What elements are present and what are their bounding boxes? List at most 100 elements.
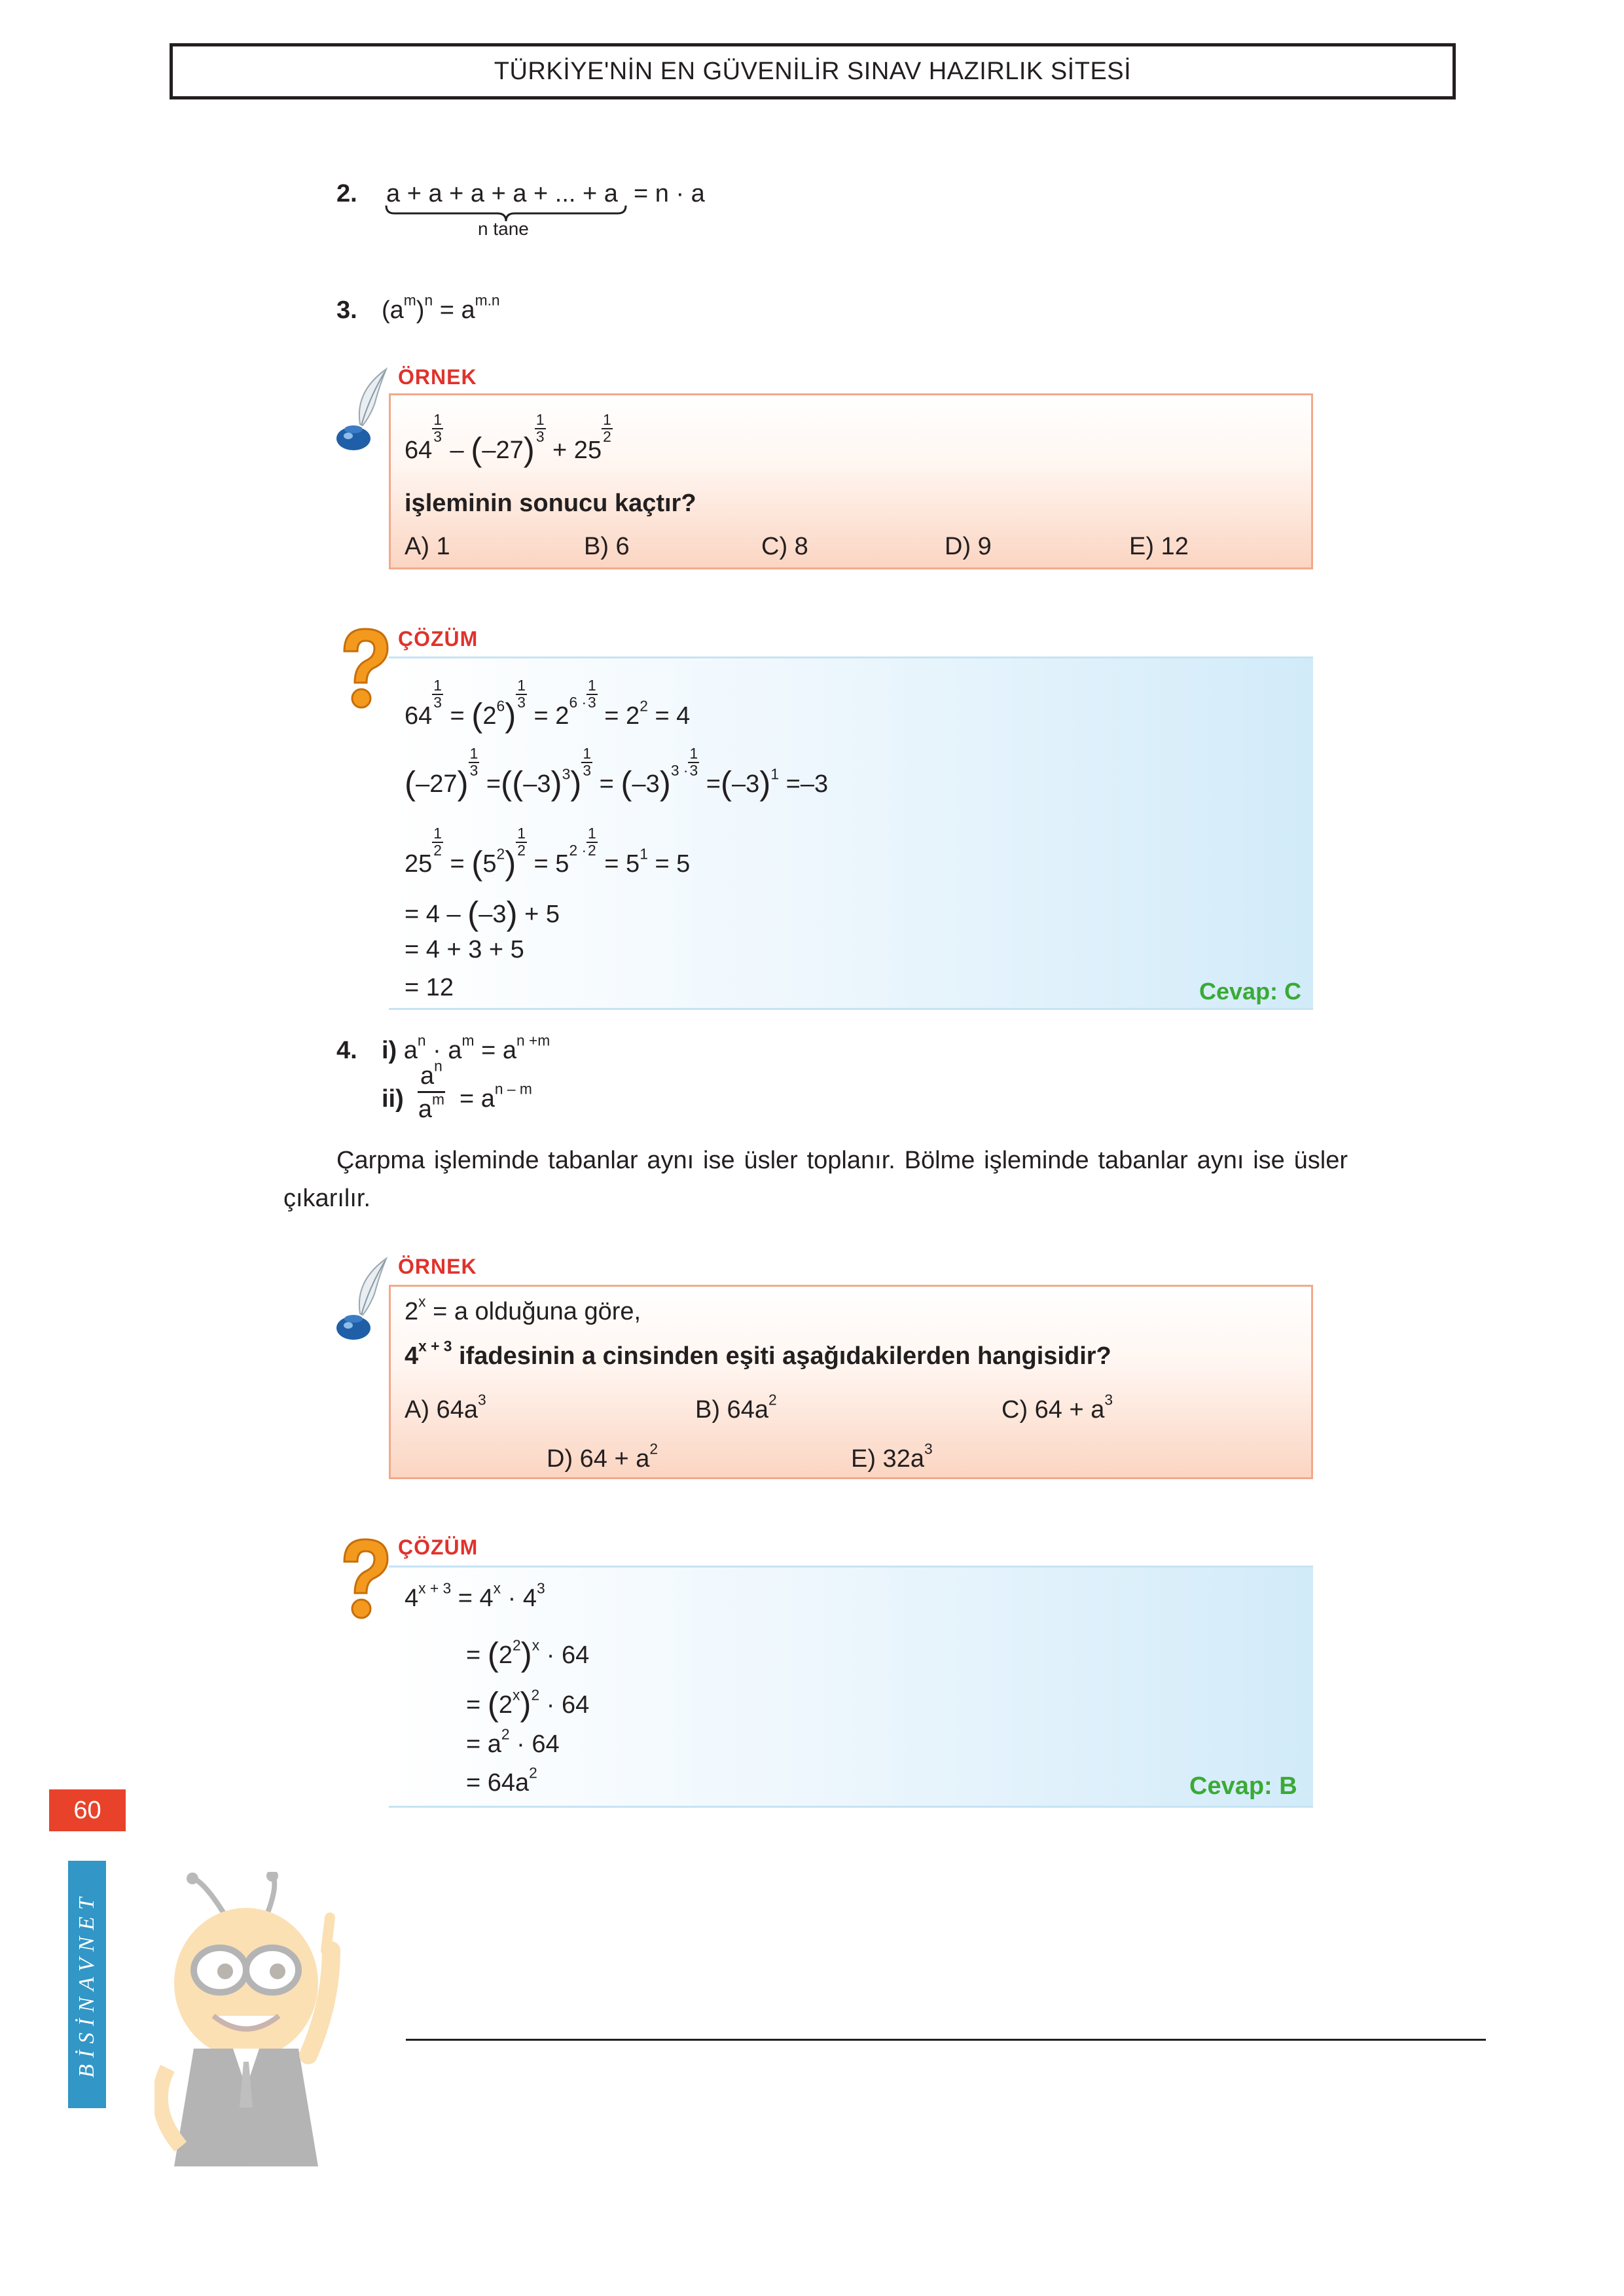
quill-ink-icon xyxy=(336,367,388,450)
s2l1-ce: 3 xyxy=(536,1579,545,1597)
s1l3-exp: 12 xyxy=(432,825,443,859)
e1-close: ) xyxy=(523,431,535,469)
s2l3-close: ) xyxy=(520,1685,532,1723)
solution-2-line-4: = a2 · 64 xyxy=(466,1727,560,1757)
rule-2-number: 2. xyxy=(336,180,357,207)
s2l4-ae: 2 xyxy=(501,1725,510,1743)
r4-ii-exp: n – m xyxy=(494,1080,532,1098)
bottom-divider xyxy=(406,2039,1486,2041)
example-1-option-b: B) 6 xyxy=(584,533,630,560)
s1l2-exp3-num: 1 xyxy=(688,745,700,763)
e2-l1-rest: = a olduğuna göre, xyxy=(425,1298,641,1325)
e1-exp2-num: 1 xyxy=(534,411,546,429)
s1l1-exp3-num: 1 xyxy=(586,677,598,695)
s1l1-close: ) xyxy=(505,696,516,734)
e2-opt-a-exp: 3 xyxy=(477,1391,486,1408)
s1l2-exp3: 3 · xyxy=(671,762,689,779)
r4-i-exp2: m xyxy=(461,1031,475,1049)
s1l2-b: = xyxy=(486,770,501,798)
s1l3-exp-den: 2 xyxy=(433,841,442,859)
e2-opt-b-label: B) 64a xyxy=(695,1396,768,1424)
example-1-option-d: D) 9 xyxy=(945,533,992,560)
e1-exp2-den: 3 xyxy=(535,427,545,445)
s1l2-close5: ) xyxy=(759,764,771,802)
s1l1-exp3-den: 3 xyxy=(588,693,596,711)
solution-1-line-5: = 4 + 3 + 5 xyxy=(405,936,524,963)
r4-ii-num-exp: n xyxy=(434,1057,442,1075)
e2-opt-b-exp: 2 xyxy=(768,1391,777,1408)
brand-text: BİSİNAVNET xyxy=(75,1891,99,2078)
solution-1-line-2: (–27) 1 3 =((–3)3) 1 3 = (–3) 3 · 1 3 =(–3)1 =–… xyxy=(405,745,828,802)
s2l3-b: 2 xyxy=(498,1691,513,1719)
s1l2-close2: ) xyxy=(550,764,562,802)
example-2-option-c: C) 64 + a3 xyxy=(1001,1392,1113,1422)
e1-exp3-num: 1 xyxy=(602,411,613,429)
r4-ii-num-base: a xyxy=(420,1062,435,1090)
rule-4-i: i) an · am = an +m xyxy=(382,1033,550,1064)
r4-ii-den-base: a xyxy=(418,1096,432,1123)
bee-mascot-icon xyxy=(154,1872,340,2166)
example-1-question: işleminin sonucu kaçtır? xyxy=(405,490,696,517)
solution-1-line-3: 25 1 2 = (52) 1 2 = 52 · 1 2 = 51 = 5 xyxy=(405,825,690,882)
quill-ink-icon xyxy=(336,1257,388,1340)
e2-l2-exp: x + 3 xyxy=(418,1337,452,1355)
solution-1-line-1: 64 1 3 = (26) 1 3 = 26 · 1 3 = 22 = 4 xyxy=(405,677,690,734)
s1l3-close: ) xyxy=(505,844,516,882)
solution-2-line-5: = 64a2 xyxy=(466,1765,537,1795)
s1l2-open: ( xyxy=(405,764,416,802)
r4-i-exp3: n +m xyxy=(516,1031,550,1049)
e2-opt-e-label: E) 32a xyxy=(851,1445,924,1473)
s1l2-a: –27 xyxy=(416,770,458,798)
s1l2-exp-num: 1 xyxy=(468,745,480,763)
s1l2-exp3-den: 3 xyxy=(689,761,698,779)
s1l3-exp2-den: 2 xyxy=(517,841,526,859)
e1-exp-1-3: 13 xyxy=(432,412,443,445)
s1l2-close: ) xyxy=(457,764,469,802)
s1l2-c: –3 xyxy=(523,770,551,798)
example-1-expression: 64 1 3 – (–27) 1 3 + 25 1 2 xyxy=(405,412,613,466)
example-2-option-d: D) 64 + a2 xyxy=(547,1441,658,1471)
s1l1-f: 6 · xyxy=(569,693,587,711)
s1l3-exp-num: 1 xyxy=(432,825,443,843)
e1-t2: –27 xyxy=(482,437,524,464)
e1-t1: 64 xyxy=(405,437,433,464)
s1l3-exp3: 2 · xyxy=(569,842,586,859)
e2-l1-exp: x xyxy=(418,1293,426,1310)
s2l3-a: = xyxy=(466,1691,488,1719)
s2l2-oe: x xyxy=(532,1636,540,1654)
rule-4-ii-fraction: an am xyxy=(418,1058,445,1123)
e1-open: ( xyxy=(471,431,482,469)
brand-vertical-tab: BİSİNAVNET xyxy=(68,1861,106,2108)
e2-opt-e-exp: 3 xyxy=(924,1440,933,1458)
s1l2-open5: ( xyxy=(720,764,732,802)
e2-opt-c-exp: 3 xyxy=(1104,1391,1113,1408)
s2l1-a: 4 xyxy=(405,1585,419,1612)
s2l2-a: = xyxy=(466,1641,488,1669)
e1-exp1-den: 3 xyxy=(433,427,442,445)
example-2-label: ÖRNEK xyxy=(398,1255,477,1278)
s1l1-g: = 2 xyxy=(604,702,640,730)
example-1-option-a: A) 1 xyxy=(405,533,450,560)
e1-minus: – xyxy=(442,437,471,464)
e2-opt-d-exp: 2 xyxy=(649,1440,659,1458)
example-2-option-a: A) 64a3 xyxy=(405,1392,486,1422)
r4-i-label: i) xyxy=(382,1037,397,1064)
paragraph-text: Çarpma işleminde tabanlar aynı ise üsler… xyxy=(283,1147,1348,1212)
s1l1-b: = xyxy=(450,702,472,730)
s1l2-exp2-den: 3 xyxy=(583,761,592,779)
s1l3-exp2-num: 1 xyxy=(516,825,527,843)
solution-2-line-3: = (2x)2 · 64 xyxy=(466,1687,589,1721)
solution-2-line-2: = (22)x · 64 xyxy=(466,1638,589,1671)
solution-2-label: ÇÖZÜM xyxy=(398,1535,478,1559)
solution-2-answer: Cevap: B xyxy=(1189,1772,1297,1800)
s1l4-open: ( xyxy=(467,895,479,932)
r4-i-base: a xyxy=(403,1037,418,1064)
s1l2-e: = xyxy=(599,770,621,798)
s1l2-close4: ) xyxy=(659,764,671,802)
s1l3-g: = 5 xyxy=(604,850,640,878)
s1l2-open4: ( xyxy=(621,764,632,802)
s2l1-c: · 4 xyxy=(501,1585,537,1612)
rule-4-ii-label: ii) xyxy=(382,1085,404,1113)
s2l1-ae: x + 3 xyxy=(418,1579,452,1597)
solution-2-line-1: 4x + 3 = 4x · 43 xyxy=(405,1581,545,1612)
